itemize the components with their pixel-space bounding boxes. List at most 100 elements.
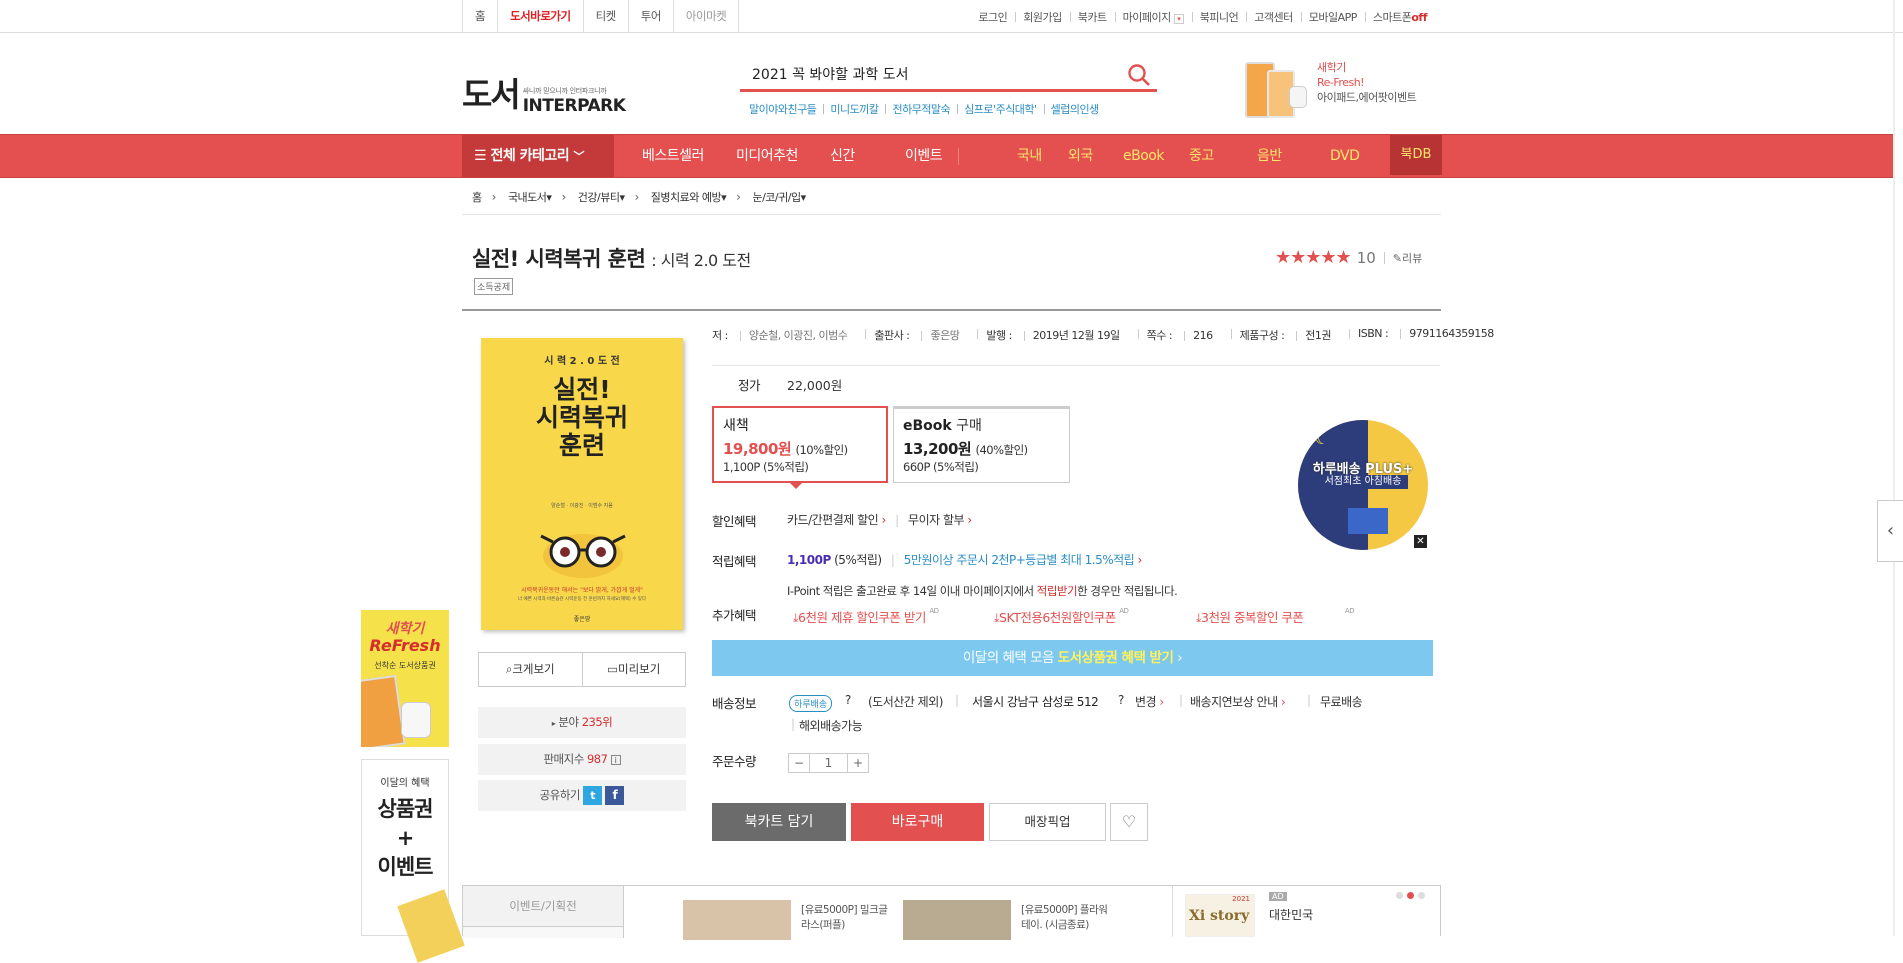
- nav-domestic[interactable]: 국내: [1017, 135, 1042, 177]
- carousel-dot-active[interactable]: [1407, 892, 1414, 899]
- event-item-text[interactable]: [유료5000P] 플라워 테이. (시금종료): [1021, 903, 1108, 933]
- nav-dvd[interactable]: DVD: [1330, 135, 1360, 177]
- monthly-benefit-banner[interactable]: 이달의 혜택 모음 도서상품권 혜택 받기 ›: [712, 640, 1433, 676]
- tab-ticket[interactable]: 티켓: [584, 0, 629, 33]
- side-panel-toggle[interactable]: ‹: [1877, 500, 1903, 562]
- minus-button[interactable]: −: [789, 754, 809, 772]
- side-banner-refresh[interactable]: 새학기 ReFresh 선착순 도서상품권: [361, 610, 449, 747]
- option-points: 1,100P (5%적립): [723, 460, 809, 474]
- meta-author: 저 : 양순철, 이광진, 이범수: [712, 327, 865, 343]
- points-extra-link[interactable]: 5만원이상 주문시 2천P+등급별 최대 1.5%적립 ›: [904, 553, 1143, 567]
- meta-label: 출판사 :: [874, 329, 910, 342]
- option-new-book[interactable]: 새책 19,800원 (10%할인) 1,100P (5%적립): [712, 406, 888, 489]
- plus-button[interactable]: +: [848, 754, 868, 772]
- nav-bestseller[interactable]: 베스트셀러: [642, 135, 704, 177]
- tab-books[interactable]: 도서바로가기: [498, 0, 584, 33]
- all-category-button[interactable]: ☰ 전체 카테고리 ﹀: [462, 135, 614, 177]
- zoom-button[interactable]: ⌕크게보기: [479, 653, 582, 686]
- nav-used[interactable]: 중고: [1189, 135, 1214, 177]
- event-item-text[interactable]: [유료5000P] 밀크글 라스(퍼플): [801, 903, 888, 933]
- address-change-link[interactable]: 변경 ›: [1135, 693, 1164, 710]
- delay-compensation-link[interactable]: 배송지연보상 안내 ›: [1190, 693, 1286, 710]
- card-discount-label: 카드/간편결제 할인: [787, 513, 879, 527]
- breadcrumb-home[interactable]: 홈: [462, 189, 490, 205]
- breadcrumb-item[interactable]: 국내도서▾: [498, 189, 560, 205]
- tab-tour[interactable]: 투어: [629, 0, 674, 33]
- mypage-link[interactable]: 마이페이지 ▾: [1114, 9, 1192, 25]
- facebook-icon[interactable]: f: [605, 786, 625, 805]
- login-link[interactable]: 로그인: [970, 9, 1015, 25]
- tab-home[interactable]: 홈: [463, 0, 499, 33]
- book-cover[interactable]: 시 력 2 . 0 도 전 실전! 시력복귀 훈련 양순철 · 이광진 · 이범…: [481, 338, 683, 630]
- smartphone-toggle[interactable]: 스마트폰off: [1364, 9, 1435, 25]
- installment-link[interactable]: 무이자 할부 ›: [908, 513, 972, 527]
- logo[interactable]: 도서 싸니까 믿으니까 인터파크니까 INTERPARK: [462, 68, 626, 116]
- add-to-cart-button[interactable]: 북카트 담기: [712, 803, 846, 841]
- breadcrumb-item[interactable]: 질병치료와 예방▾: [641, 189, 734, 205]
- tab-events[interactable]: 이벤트/기획전: [463, 886, 624, 926]
- keyword-link[interactable]: 전하무적말숙: [885, 101, 957, 117]
- nav-ebook[interactable]: eBook: [1123, 135, 1164, 177]
- customer-center-link[interactable]: 고객센터: [1246, 9, 1300, 25]
- tab-next[interactable]: [463, 926, 624, 938]
- store-pickup-button[interactable]: 매장픽업: [989, 803, 1106, 841]
- signup-link[interactable]: 회원가입: [1015, 9, 1069, 25]
- meta-pages: 쪽수 : 216: [1137, 327, 1231, 343]
- carousel-dot[interactable]: [1418, 892, 1425, 899]
- coupon-link-1[interactable]: ⤓6천원 제휴 할인쿠폰 받기 AD: [793, 607, 939, 626]
- same-day-delivery-badge[interactable]: ☾ 하루배송 PLUS+ 서점최초 아침배송: [1298, 420, 1428, 550]
- close-icon[interactable]: ✕: [1414, 535, 1427, 548]
- search-input[interactable]: [740, 59, 1110, 89]
- address-help-icon[interactable]: ?: [1118, 693, 1124, 707]
- bookcart-link[interactable]: 북카트: [1069, 9, 1115, 25]
- card-discount-link[interactable]: 카드/간편결제 할인 ›: [787, 513, 886, 527]
- side-banner-monthly[interactable]: 이달의 혜택 상품권 + 이벤트: [361, 759, 465, 963]
- event-thumbnail[interactable]: [903, 900, 1011, 940]
- wishlist-heart-icon[interactable]: ♡: [1110, 803, 1148, 841]
- ipoint-notice: I-Point 적립은 출고완료 후 14일 이내 마이페이지에서 적립받기한 …: [787, 583, 1178, 599]
- event-thumbnail[interactable]: [683, 900, 791, 940]
- author-link[interactable]: 양순철, 이광진, 이범수: [740, 329, 857, 342]
- breadcrumb-item[interactable]: 건강/뷰티▾: [568, 189, 633, 205]
- publisher-link[interactable]: 좋은땅: [921, 329, 968, 342]
- smartphone-label: 스마트폰: [1372, 10, 1412, 24]
- logo-brand: INTERPARK: [522, 96, 626, 116]
- coupon-link-2[interactable]: ⤓SKT전용6천원할인쿠폰 AD: [994, 607, 1129, 626]
- nav-media[interactable]: 미디어추천: [736, 135, 798, 177]
- keyword-link[interactable]: 심프로'주식대학': [957, 101, 1043, 117]
- carousel-dot[interactable]: [1396, 892, 1403, 899]
- discount-benefits: 카드/간편결제 할인 › | 무이자 할부 ›: [787, 511, 972, 528]
- info-icon[interactable]: i: [610, 755, 621, 765]
- rank-box[interactable]: ▸ 분야 235위: [478, 707, 686, 738]
- meta-value: 2019년 12월 19일: [1024, 329, 1129, 342]
- option-points: 660P (5%적립): [903, 460, 979, 474]
- bookpinion-link[interactable]: 북피니언: [1191, 9, 1246, 25]
- nav-new[interactable]: 신간: [830, 135, 855, 177]
- divider: |: [895, 513, 899, 527]
- coupon-link-3[interactable]: ⤓3천원 중복할인 쿠폰 AD: [1196, 607, 1355, 626]
- mobile-app-link[interactable]: 모바일APP: [1300, 9, 1365, 25]
- breadcrumb-item[interactable]: 눈/코/귀/입▾: [742, 189, 813, 205]
- coupon-label: 3천원 중복할인 쿠폰: [1201, 610, 1304, 625]
- keyword-link[interactable]: 미니도끼칼: [823, 101, 885, 117]
- header-promo[interactable]: 새학기 Re-Fresh! 아이패드,에어팟이벤트: [1243, 60, 1417, 120]
- keyword-link[interactable]: 말이야와친구들: [749, 101, 823, 117]
- ipoint-link[interactable]: 적립받기: [1037, 584, 1078, 598]
- quantity-value[interactable]: 1: [809, 754, 848, 772]
- ad-brand: Xi story: [1189, 908, 1250, 924]
- logo-text: 도서: [462, 75, 521, 114]
- nav-event[interactable]: 이벤트: [905, 135, 943, 177]
- nav-foreign[interactable]: 외국: [1068, 135, 1093, 177]
- review-link[interactable]: ✎리뷰: [1393, 250, 1422, 266]
- nav-music[interactable]: 음반: [1257, 135, 1282, 177]
- meta-isbn: ISBN : 9791164359158: [1349, 327, 1512, 343]
- buy-now-button[interactable]: 바로구매: [851, 803, 984, 841]
- preview-button[interactable]: ▭미리보기: [581, 653, 686, 686]
- keyword-link[interactable]: 셀럽의인생: [1043, 101, 1106, 117]
- nav-bookdb[interactable]: 북DB: [1390, 135, 1442, 175]
- search-icon[interactable]: [1127, 63, 1151, 87]
- twitter-icon[interactable]: t: [583, 786, 603, 805]
- delivery-help-icon[interactable]: ?: [845, 693, 851, 707]
- option-ebook[interactable]: eBook 구매 13,200원 (40%할인) 660P (5%적립): [893, 406, 1070, 483]
- tab-imarket[interactable]: 아이마켓: [674, 0, 740, 33]
